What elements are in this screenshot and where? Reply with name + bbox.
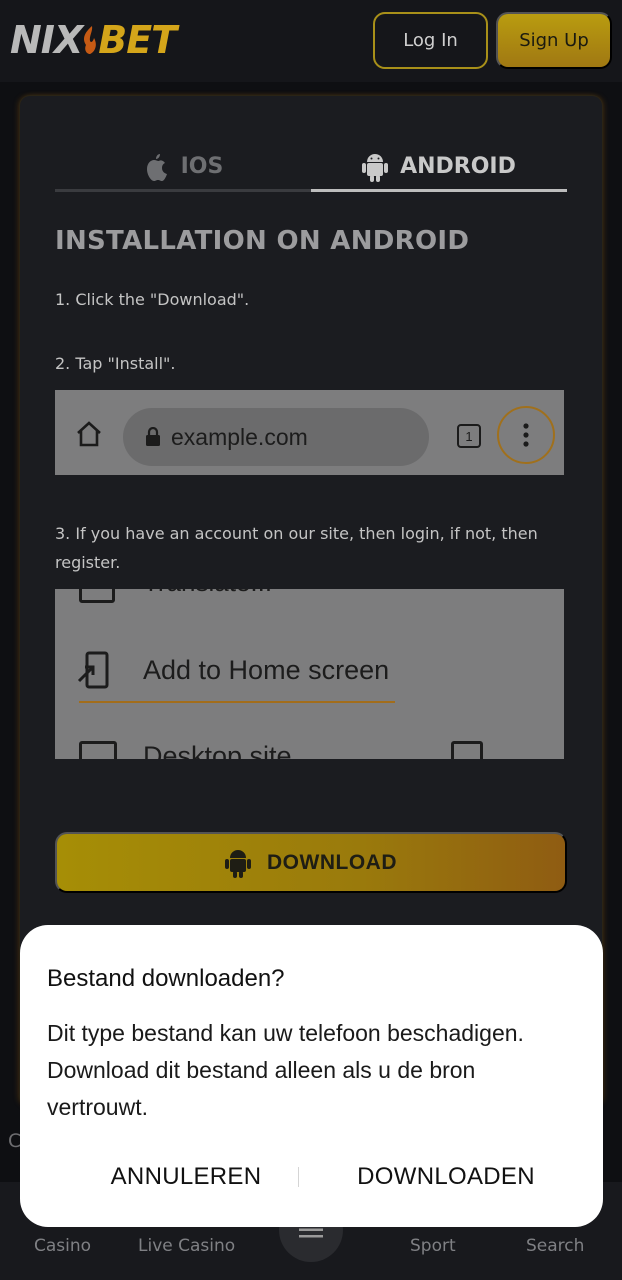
cancel-button[interactable]: ANNULEREN: [66, 1159, 306, 1195]
android-icon: [362, 153, 389, 182]
dialog-title: Bestand downloaden?: [47, 965, 285, 992]
download-button[interactable]: DOWNLOAD: [55, 832, 567, 893]
lock-icon: [146, 427, 160, 446]
browser-tab-count: 1: [457, 424, 481, 448]
tab-ios[interactable]: IOS: [55, 144, 311, 192]
apple-icon: [146, 153, 167, 181]
confirm-download-button[interactable]: DOWNLOADEN: [330, 1159, 562, 1195]
desktop-icon: [79, 741, 117, 759]
nav-search[interactable]: Search: [526, 1236, 584, 1256]
kebab-menu-icon: [523, 423, 529, 447]
browser-bar-screenshot: example.com 1: [55, 390, 564, 475]
dialog-button-divider: [298, 1167, 299, 1187]
nav-sport[interactable]: Sport: [410, 1236, 456, 1256]
highlight-underline: [79, 701, 395, 703]
browser-url-text: example.com: [171, 423, 308, 450]
tab-android-label: ANDROID: [400, 154, 516, 179]
menu-screenshot: Translate... Add to Home screen Desktop …: [55, 589, 564, 759]
checkbox-icon: [451, 741, 483, 759]
step-3: 3. If you have an account on our site, t…: [55, 524, 538, 572]
tab-android[interactable]: ANDROID: [311, 144, 567, 192]
logo-text-right: BET: [98, 18, 177, 62]
add-to-home-icon: [77, 651, 109, 689]
flame-icon: [84, 26, 97, 54]
section-title: INSTALLATION ON ANDROID: [55, 226, 470, 256]
nixbet-logo[interactable]: NIX BET: [10, 18, 177, 62]
home-icon: [77, 421, 101, 447]
nav-casino[interactable]: Casino: [34, 1236, 91, 1256]
step-2: 2. Tap "Install".: [55, 354, 176, 373]
header: NIX BET Log In Sign Up: [0, 0, 622, 82]
android-icon: [225, 849, 251, 878]
nav-live-casino[interactable]: Live Casino: [138, 1236, 235, 1256]
menu-item-translate: Translate...: [143, 589, 272, 598]
download-dialog: Bestand downloaden? Dit type bestand kan…: [20, 925, 603, 1227]
download-button-label: DOWNLOAD: [267, 850, 397, 874]
menu-item-add-to-home: Add to Home screen: [143, 655, 390, 685]
menu-item-desktop-site: Desktop site: [143, 741, 292, 759]
logo-text-left: NIX: [10, 18, 83, 62]
step-1: 1. Click the "Download".: [55, 290, 250, 309]
login-button[interactable]: Log In: [373, 12, 488, 69]
platform-tabs: IOS ANDROID: [55, 144, 567, 192]
tab-ios-label: IOS: [180, 154, 224, 179]
signup-button[interactable]: Sign Up: [496, 12, 612, 69]
translate-icon: [79, 589, 115, 603]
dialog-message: Dit type bestand kan uw telefoon beschad…: [47, 1020, 524, 1120]
browser-menu-highlight: [497, 406, 555, 464]
browser-url-field: example.com: [123, 408, 429, 466]
